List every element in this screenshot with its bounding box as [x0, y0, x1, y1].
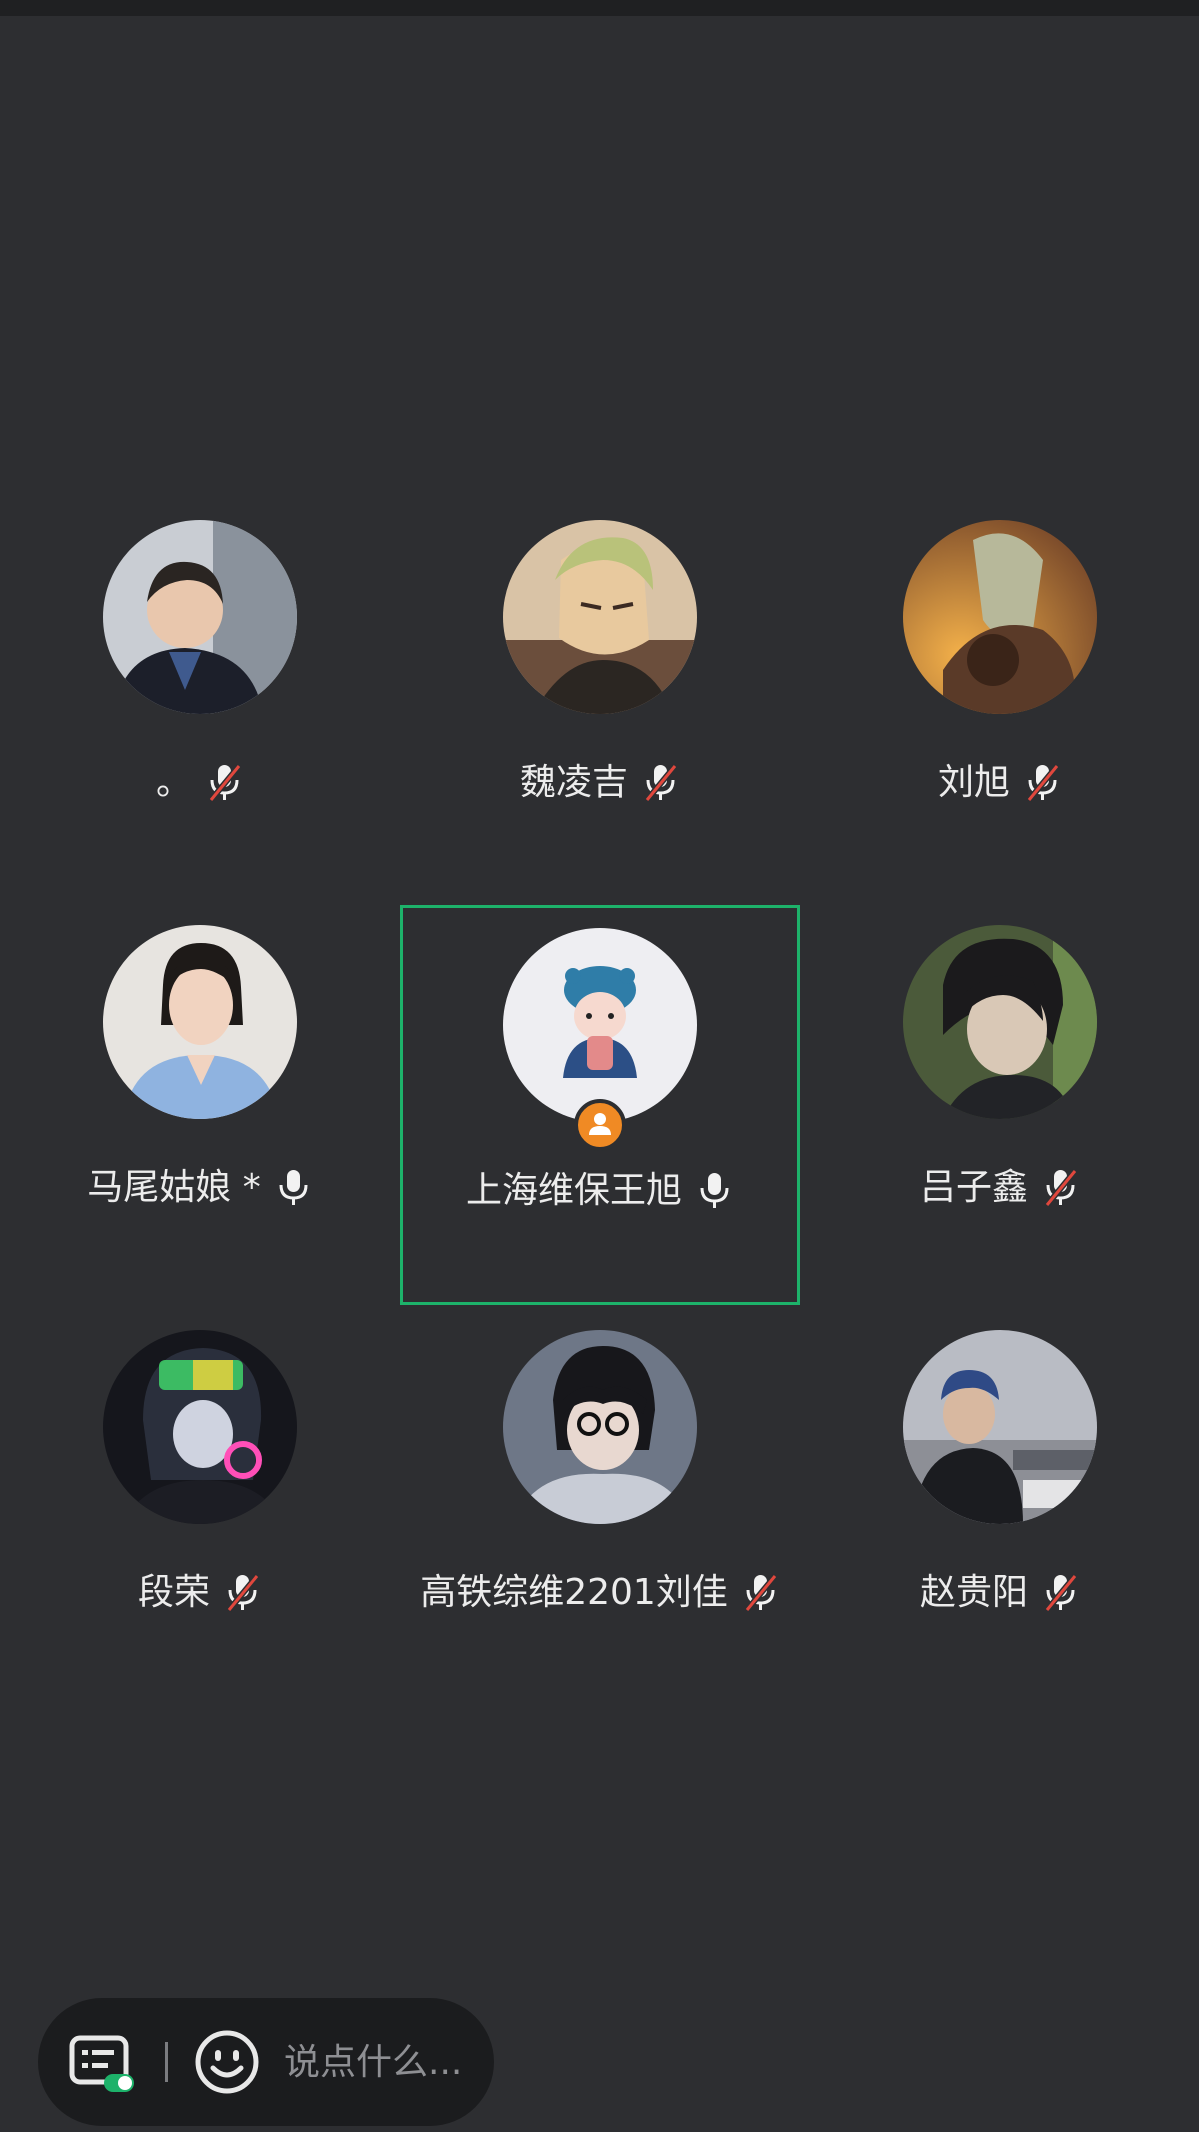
participant-name: 魏凌吉: [519, 762, 628, 803]
avatar: [103, 520, 297, 714]
microphone-muted-icon: [208, 764, 242, 802]
participant-label: 。: [0, 753, 400, 813]
participant-label: 段荣: [0, 1563, 400, 1623]
divider: [165, 2042, 168, 2082]
participant-label: 吕子鑫: [800, 1158, 1199, 1218]
participant-tile[interactable]: 魏凌吉: [400, 520, 800, 920]
microphone-muted-icon: [1044, 1574, 1078, 1612]
avatar: [903, 1330, 1097, 1524]
participant-grid: 。 魏凌吉 刘旭 马尾姑娘 * 上海维保王旭 吕子鑫 段荣 高铁综维2201刘佳…: [0, 520, 1199, 1750]
participant-name: 马尾姑娘 *: [87, 1167, 261, 1208]
microphone-icon: [700, 1173, 729, 1208]
chat-input-bar: 说点什么...: [38, 1998, 494, 2126]
avatar: [103, 1330, 297, 1524]
participant-label: 刘旭: [800, 753, 1199, 813]
participant-tile[interactable]: 。: [0, 520, 400, 920]
avatar: [903, 520, 1097, 714]
avatar: [103, 925, 297, 1119]
participant-tile-speaking[interactable]: 上海维保王旭: [400, 905, 800, 1305]
microphone-muted-icon: [1026, 764, 1060, 802]
chat-list-icon[interactable]: [68, 2034, 136, 2094]
avatar: [503, 520, 697, 714]
participant-name: 高铁综维2201刘佳: [420, 1572, 728, 1613]
microphone-icon: [279, 1170, 308, 1205]
meeting-screen: 。 魏凌吉 刘旭 马尾姑娘 * 上海维保王旭 吕子鑫 段荣 高铁综维2201刘佳…: [0, 0, 1199, 2132]
participant-label: 魏凌吉: [400, 753, 800, 813]
avatar: [503, 1330, 697, 1524]
participant-tile[interactable]: 吕子鑫: [800, 925, 1199, 1325]
avatar: [503, 928, 697, 1122]
chat-input-placeholder[interactable]: 说点什么...: [284, 2034, 462, 2092]
microphone-muted-icon: [644, 764, 678, 802]
status-strip: [0, 0, 1199, 16]
participant-name: 段荣: [137, 1572, 210, 1613]
participant-name: 吕子鑫: [919, 1167, 1028, 1208]
participant-label: 上海维保王旭: [403, 1161, 797, 1221]
participant-tile[interactable]: 高铁综维2201刘佳: [400, 1330, 800, 1730]
participant-label: 马尾姑娘 *: [0, 1158, 400, 1218]
participant-name: 上海维保王旭: [465, 1170, 682, 1211]
participant-label: 高铁综维2201刘佳: [400, 1563, 800, 1623]
participant-name: 。: [155, 762, 192, 803]
microphone-muted-icon: [1044, 1169, 1078, 1207]
participant-tile[interactable]: 赵贵阳: [800, 1330, 1199, 1730]
emoji-smile-icon[interactable]: [193, 2028, 261, 2096]
participant-tile[interactable]: 刘旭: [800, 520, 1199, 920]
participant-name: 刘旭: [937, 762, 1010, 803]
participant-name: 赵贵阳: [919, 1572, 1028, 1613]
participant-label: 赵贵阳: [800, 1563, 1199, 1623]
participant-tile[interactable]: 马尾姑娘 *: [0, 925, 400, 1325]
microphone-muted-icon: [744, 1574, 778, 1612]
avatar: [903, 925, 1097, 1119]
host-badge: [574, 1099, 626, 1151]
host-person-icon: [589, 1113, 611, 1135]
microphone-muted-icon: [226, 1574, 260, 1612]
participant-tile[interactable]: 段荣: [0, 1330, 400, 1730]
